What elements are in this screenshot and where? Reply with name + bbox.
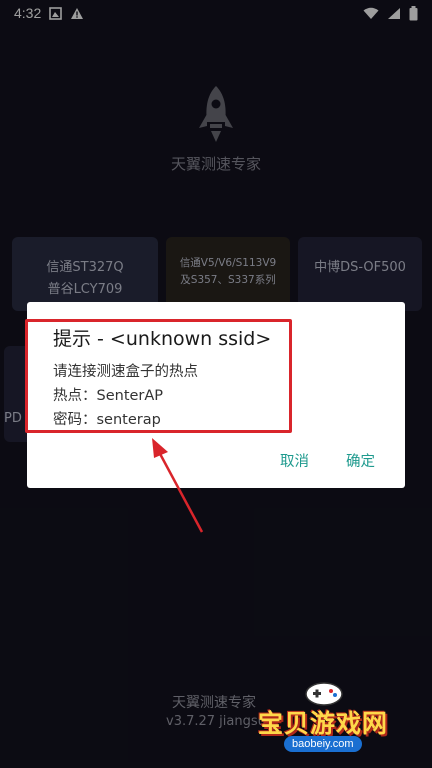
watermark: 宝贝游戏网 baobeiy.com	[258, 678, 428, 760]
ok-button[interactable]: 确定	[346, 450, 375, 471]
cancel-button[interactable]: 取消	[280, 450, 309, 471]
watermark-url: baobeiy.com	[284, 736, 362, 752]
annotation-highlight-box	[25, 319, 292, 433]
watermark-text: 宝贝游戏网	[258, 709, 389, 738]
annotation-arrow-icon	[152, 438, 204, 533]
